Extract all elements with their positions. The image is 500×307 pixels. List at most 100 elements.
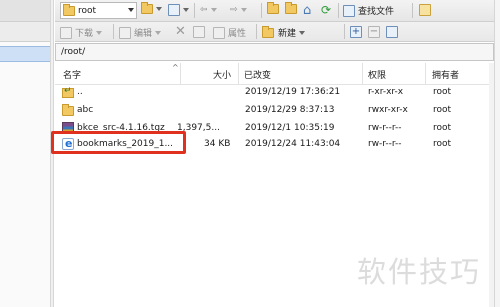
home-button[interactable]: ⌂: [303, 3, 311, 18]
edit-button[interactable]: 编辑: [119, 26, 162, 39]
back-arrow-icon: ⇦: [200, 5, 208, 15]
column-size[interactable]: 大小: [213, 68, 231, 81]
chevron-down-icon[interactable]: [96, 30, 103, 35]
home-icon: ⌂: [303, 3, 312, 18]
path-bar[interactable]: /root/: [55, 43, 494, 61]
download-button[interactable]: 下载: [60, 26, 103, 39]
highlight-annotation: [51, 131, 186, 154]
remote-toolbar: root ⇦ ⇨ ⌂ ⟳ 查找文件: [55, 0, 494, 22]
edit-label: 编辑: [134, 29, 153, 39]
file-modified: 2019/12/19 17:36:21: [245, 87, 341, 97]
folder-icon: [63, 3, 75, 16]
filter-icon: [386, 26, 398, 38]
refresh-icon: ⟳: [321, 3, 332, 17]
rename-icon: [193, 26, 205, 38]
toolbar-separator: [261, 3, 262, 18]
refresh-button[interactable]: ⟳: [321, 3, 331, 17]
new-label: 新建: [278, 29, 297, 39]
download-icon: [60, 26, 72, 39]
window-right-edge: [494, 0, 500, 307]
chevron-down-icon[interactable]: [128, 8, 134, 12]
file-modified: 2019/12/24 11:43:04: [245, 139, 341, 149]
find-icon: [343, 4, 355, 17]
toolbar-separator: [412, 3, 413, 18]
file-name: abc: [77, 105, 94, 115]
table-row[interactable]: abc 2019/12/29 8:37:13 rwxr-xr-x root: [55, 102, 494, 120]
new-button[interactable]: 新建: [262, 25, 306, 39]
forward-button[interactable]: ⇨: [230, 5, 247, 15]
new-folder-icon: [262, 25, 274, 38]
chevron-down-icon[interactable]: [240, 8, 247, 12]
filter-icon: [168, 4, 180, 16]
find-files-label: 查找文件: [358, 7, 395, 17]
delete-icon: ✕: [175, 24, 186, 39]
delete-button[interactable]: ✕: [175, 24, 186, 39]
filter-button[interactable]: [168, 4, 189, 16]
sort-ascending-icon: ^: [172, 63, 179, 72]
column-divider[interactable]: [362, 63, 363, 85]
local-toolbar-secondary: [0, 22, 50, 42]
toolbar-separator: [194, 3, 195, 18]
edit-icon: [119, 26, 131, 39]
file-permissions: rw-r--r--: [368, 123, 402, 133]
properties-button[interactable]: 属性: [213, 26, 246, 39]
root-dir-button[interactable]: [285, 2, 297, 14]
local-toolbar: [0, 0, 50, 22]
local-selected-row[interactable]: [0, 46, 50, 62]
file-owner: root: [433, 87, 452, 97]
folder-icon: [62, 104, 74, 116]
column-permissions[interactable]: 权限: [368, 68, 386, 81]
sync-browse-button[interactable]: [419, 4, 431, 16]
file-size: 34 KB: [204, 139, 231, 149]
properties-label: 属性: [228, 29, 247, 39]
properties-icon: [213, 26, 225, 39]
minus-icon: −: [368, 26, 380, 38]
watermark: 软件技巧: [357, 255, 482, 289]
column-divider[interactable]: [238, 63, 239, 85]
expand-button[interactable]: +: [350, 26, 362, 38]
current-path: /root/: [61, 47, 86, 57]
chevron-down-icon[interactable]: [210, 8, 217, 12]
column-divider[interactable]: [180, 63, 181, 85]
file-permissions: rw-r--r--: [368, 139, 402, 149]
find-files-button[interactable]: 查找文件: [343, 4, 394, 17]
collapse-button[interactable]: −: [368, 26, 380, 38]
chevron-down-icon[interactable]: [299, 30, 306, 35]
file-owner: root: [433, 139, 452, 149]
file-modified: 2019/12/29 8:37:13: [245, 105, 335, 115]
root-folder-icon: [285, 2, 297, 14]
column-divider[interactable]: [425, 63, 426, 85]
file-modified: 2019/12/1 10:35:19: [245, 123, 335, 133]
file-permissions: r-xr-xr-x: [368, 87, 404, 97]
column-owner[interactable]: 拥有者: [432, 68, 459, 81]
open-folder-icon: [141, 2, 153, 14]
parent-dir-icon: [62, 86, 74, 98]
select-filter-button[interactable]: [386, 26, 398, 38]
toolbar-separator: [338, 3, 339, 18]
column-name[interactable]: 名字: [63, 68, 81, 81]
file-name: ..: [77, 87, 83, 97]
parent-dir-button[interactable]: [267, 2, 279, 14]
sync-icon: [419, 4, 431, 16]
rename-button[interactable]: [193, 26, 205, 38]
back-button[interactable]: ⇦: [200, 5, 217, 15]
file-owner: root: [433, 123, 452, 133]
table-row[interactable]: .. 2019/12/19 17:36:21 r-xr-xr-x root: [55, 84, 494, 102]
location-value: root: [78, 5, 97, 16]
file-list-header: ^ 名字 大小 已改变 权限 拥有者: [55, 63, 494, 85]
chevron-down-icon[interactable]: [155, 30, 162, 35]
location-combo[interactable]: root: [60, 2, 137, 19]
open-folder-button[interactable]: [141, 2, 162, 14]
chevron-down-icon[interactable]: [156, 7, 162, 11]
toolbar-separator: [344, 24, 345, 39]
forward-arrow-icon: ⇨: [230, 5, 238, 15]
remote-action-toolbar: 下载 编辑 ✕ 属性 新建 + −: [55, 22, 494, 42]
file-permissions: rwxr-xr-x: [368, 105, 408, 115]
chevron-down-icon[interactable]: [183, 8, 189, 12]
toolbar-separator: [113, 24, 114, 39]
file-owner: root: [433, 105, 452, 115]
download-label: 下载: [75, 29, 94, 39]
column-modified[interactable]: 已改变: [244, 68, 271, 81]
plus-icon: +: [350, 26, 362, 38]
parent-folder-icon: [267, 2, 279, 14]
